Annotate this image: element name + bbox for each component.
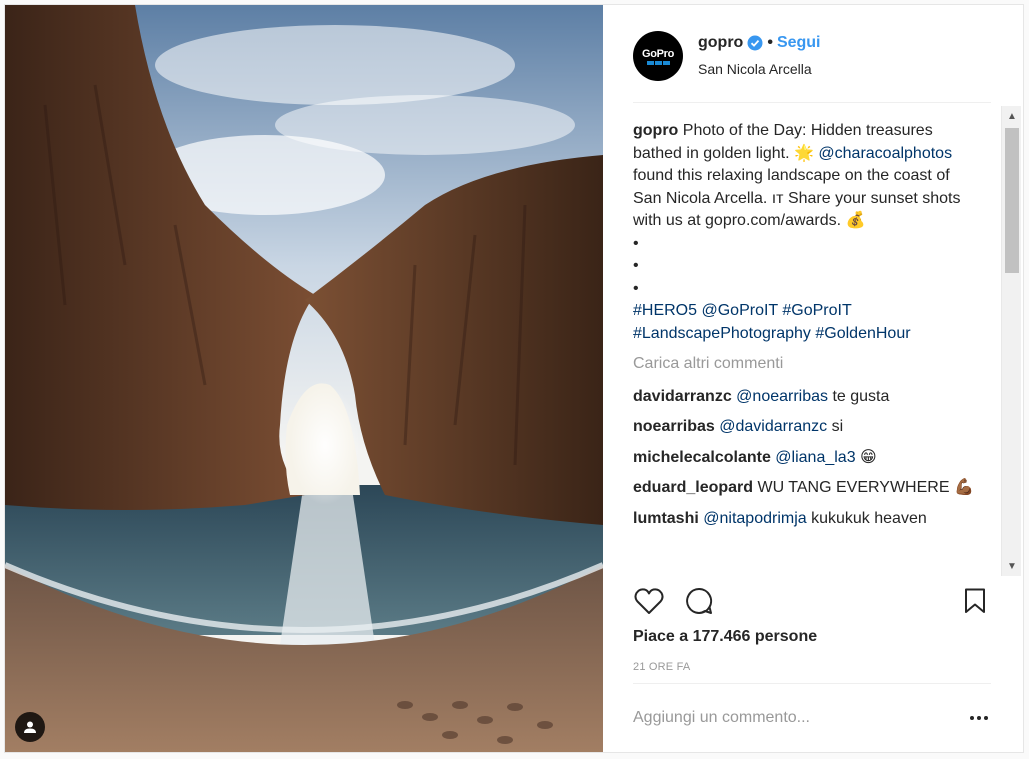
heart-icon[interactable] — [633, 585, 665, 617]
follow-button[interactable]: Segui — [777, 34, 821, 52]
post-dialog: GoPro gopro • Segui San Nicola Arcella g… — [4, 4, 1024, 753]
bullet: • — [633, 257, 639, 274]
caption-text-2: found this relaxing landscape on the coa… — [633, 167, 961, 229]
comment-item: michelecalcolante @liana_la3 😁 — [633, 447, 977, 470]
post-caption: gopro Photo of the Day: Hidden treasures… — [633, 120, 977, 345]
bookmark-icon[interactable] — [959, 585, 991, 617]
comment-mention[interactable]: @nitapodrimja — [703, 510, 806, 527]
comment-mention[interactable]: @davidarranzc — [719, 418, 827, 435]
comments-list[interactable]: gopro Photo of the Day: Hidden treasures… — [633, 120, 1001, 575]
comment-text: 😁 — [860, 448, 877, 466]
add-comment-bar — [633, 683, 991, 743]
moneybag-emoji: 💰 — [845, 212, 866, 229]
bullet: • — [633, 279, 639, 297]
separator-dot: • — [767, 34, 773, 51]
hashtags-line-1: #HERO5 @GoProIT #GoProIT — [633, 300, 977, 323]
comment-text: te gusta — [832, 387, 890, 405]
star-emoji: 🌟 — [794, 144, 814, 162]
scroll-up-arrow-icon[interactable]: ▲ — [1002, 106, 1022, 126]
post-header: GoPro gopro • Segui San Nicola Arcella — [633, 27, 991, 103]
hashtag[interactable]: #GoProIT — [782, 302, 851, 319]
add-comment-input[interactable] — [633, 704, 953, 732]
more-options-icon[interactable] — [967, 710, 991, 726]
comment-text: kukukuk heaven — [811, 509, 927, 527]
caption-mention[interactable]: @characoalphotos — [818, 145, 952, 162]
hashtag[interactable]: #GoldenHour — [815, 325, 910, 342]
verified-badge-icon — [747, 35, 763, 51]
post-username[interactable]: gopro — [698, 34, 743, 52]
post-photo[interactable] — [5, 5, 603, 752]
avatar-logo-text: GoPro — [641, 47, 675, 60]
comment-item: lumtashi @nitapodrimja kukukuk heaven — [633, 508, 977, 531]
header-line: gopro • Segui — [698, 34, 821, 52]
comment-username[interactable]: davidarranzc — [633, 388, 732, 405]
comments-scrollbar[interactable]: ▲ ▼ — [1001, 106, 1021, 576]
post-location[interactable]: San Nicola Arcella — [698, 61, 812, 77]
comment-item: davidarranzc @noearribas te gusta — [633, 386, 977, 409]
comment-username[interactable]: michelecalcolante — [633, 449, 771, 466]
comment-username[interactable]: eduard_leopard — [633, 479, 753, 496]
hashtag[interactable]: #LandscapePhotography — [633, 325, 811, 342]
load-more-comments-button[interactable]: Carica altri commenti — [633, 353, 1001, 376]
caption-username[interactable]: gopro — [633, 122, 678, 139]
comment-mention[interactable]: @liana_la3 — [775, 449, 855, 466]
comment-bubble-icon[interactable] — [683, 585, 715, 617]
post-side-panel: GoPro gopro • Segui San Nicola Arcella g… — [603, 5, 1023, 752]
comment-text: si — [831, 418, 844, 435]
post-timestamp[interactable]: 21 ORE FA — [633, 661, 690, 673]
post-actions — [633, 585, 991, 625]
avatar[interactable]: GoPro — [633, 31, 683, 81]
comment-item: eduard_leopard WU TANG EVERYWHERE 💪🏾 — [633, 477, 977, 500]
avatar-logo-bar — [646, 60, 670, 65]
scroll-down-arrow-icon[interactable]: ▼ — [1002, 556, 1022, 576]
scrollbar-thumb[interactable] — [1005, 128, 1019, 273]
comment-mention[interactable]: @noearribas — [736, 388, 828, 405]
comment-item: noearribas @davidarranzc si — [633, 416, 977, 439]
comment-username[interactable]: noearribas — [633, 418, 715, 435]
likes-count[interactable]: Piace a 177.466 persone — [633, 628, 817, 646]
user-tag-icon[interactable] — [15, 712, 45, 742]
hashtags-line-2: #LandscapePhotography #GoldenHour — [633, 323, 977, 346]
comment-username[interactable]: lumtashi — [633, 510, 699, 527]
comment-text: WU TANG EVERYWHERE 💪🏾 — [757, 479, 974, 496]
hashtag[interactable]: #HERO5 — [633, 302, 697, 319]
bullet: • — [633, 234, 639, 252]
mention-link[interactable]: @GoProIT — [701, 302, 777, 319]
sea-arch-photo — [5, 5, 603, 752]
